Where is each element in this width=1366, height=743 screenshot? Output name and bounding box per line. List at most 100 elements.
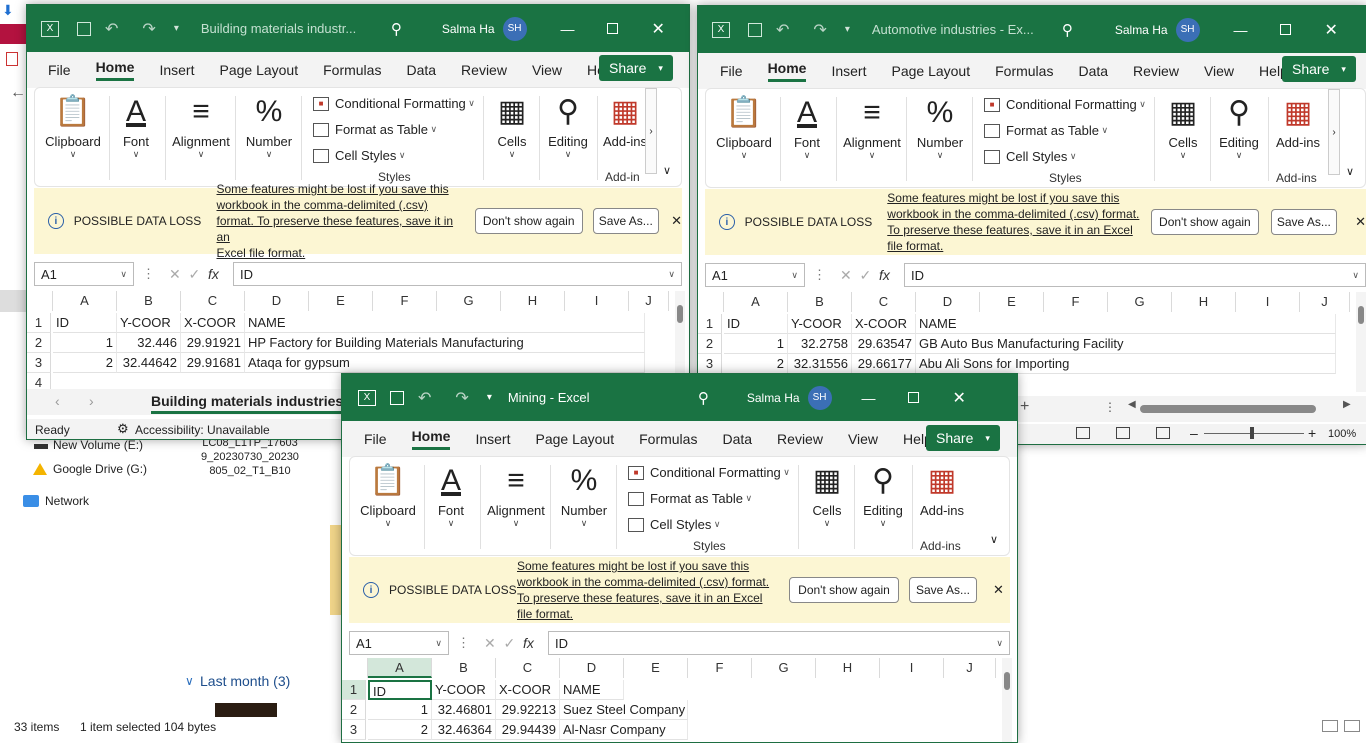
table-cell[interactable]: 1: [53, 333, 117, 353]
column-header[interactable]: G: [437, 291, 501, 311]
save-icon[interactable]: [390, 390, 404, 405]
tab-page-layout[interactable]: Page Layout: [891, 63, 970, 79]
insert-function-icon[interactable]: fx: [208, 266, 219, 282]
name-box[interactable]: A1 ∨: [705, 263, 805, 287]
save-as-button[interactable]: Save As...: [1270, 209, 1338, 235]
column-header[interactable]: F: [688, 658, 752, 678]
formula-input[interactable]: ID ∨: [548, 631, 1010, 655]
zoom-slider[interactable]: [1204, 427, 1304, 439]
table-cell[interactable]: NAME: [245, 313, 645, 333]
redo-icon[interactable]: ↷: [813, 20, 826, 40]
close-icon[interactable]: ✕: [953, 388, 966, 408]
table-cell[interactable]: 29.91921: [181, 333, 245, 353]
addins-group[interactable]: ▦ Add-ins: [916, 461, 968, 518]
more-icon[interactable]: ⋮: [142, 266, 155, 282]
column-header[interactable]: E: [309, 291, 373, 311]
last-month-group[interactable]: Last month (3): [200, 673, 290, 689]
row-header[interactable]: 3: [27, 353, 51, 373]
column-header[interactable]: F: [373, 291, 437, 311]
tab-review[interactable]: Review: [777, 431, 823, 447]
file-name-label[interactable]: LC08_L1TP_176039_20230730_20230805_02_T1…: [200, 436, 300, 478]
table-cell[interactable]: 29.63547: [852, 334, 916, 354]
table-cell[interactable]: 29.92213: [496, 700, 560, 720]
formula-input[interactable]: ID ∨: [233, 262, 682, 286]
table-cell[interactable]: 29.91681: [181, 353, 245, 373]
customize-qat-icon[interactable]: ▾: [174, 23, 179, 34]
table-cell[interactable]: 29.94439: [496, 720, 560, 740]
ribbon-collapse-icon[interactable]: ∨: [663, 164, 671, 177]
column-header[interactable]: H: [501, 291, 565, 311]
table-cell[interactable]: 1: [724, 334, 788, 354]
close-icon[interactable]: ✕: [671, 213, 682, 229]
page-layout-view-icon[interactable]: [1116, 427, 1130, 439]
row-header[interactable]: 2: [698, 334, 722, 354]
column-header[interactable]: J: [1300, 292, 1350, 312]
column-header[interactable]: E: [624, 658, 688, 678]
share-button[interactable]: Share ▾: [926, 425, 1000, 451]
addins-group[interactable]: ▦ Add-ins: [1272, 93, 1324, 150]
tab-data[interactable]: Data: [722, 431, 752, 447]
more-icon[interactable]: ⋮: [457, 635, 470, 651]
nav-item-google-drive[interactable]: Google Drive (G:): [53, 462, 147, 476]
dont-show-again-button[interactable]: Don't show again: [1151, 209, 1259, 235]
normal-view-icon[interactable]: [1076, 427, 1090, 439]
table-cell[interactable]: NAME: [916, 314, 1336, 334]
column-header[interactable]: B: [788, 292, 852, 312]
nav-item-new-volume[interactable]: New Volume (E:): [53, 438, 143, 452]
tab-formulas[interactable]: Formulas: [639, 431, 697, 447]
table-cell[interactable]: Y-COOR: [117, 313, 181, 333]
row-header[interactable]: 1: [342, 680, 366, 700]
addins-group[interactable]: ▦ Add-ins: [601, 92, 649, 149]
column-header[interactable]: J: [629, 291, 669, 311]
table-cell[interactable]: GB Auto Bus Manufacturing Facility: [916, 334, 1336, 354]
row-header[interactable]: 3: [698, 354, 722, 374]
column-header[interactable]: A: [724, 292, 788, 312]
tab-home[interactable]: Home: [767, 60, 807, 82]
table-cell[interactable]: 32.446: [117, 333, 181, 353]
tab-insert[interactable]: Insert: [831, 63, 866, 79]
enter-icon[interactable]: ✓: [504, 635, 516, 652]
format-as-table-button[interactable]: Format as Table ∨: [628, 491, 752, 506]
cancel-icon[interactable]: ✕: [484, 635, 496, 652]
close-icon[interactable]: ✕: [652, 19, 665, 39]
tab-data[interactable]: Data: [1078, 63, 1108, 79]
column-header[interactable]: H: [816, 658, 880, 678]
vertical-scrollbar[interactable]: [1002, 658, 1012, 742]
sheet-tab[interactable]: Building materials industries: [151, 393, 344, 414]
undo-icon[interactable]: ↶: [105, 19, 118, 39]
tab-view[interactable]: View: [532, 62, 562, 78]
font-group[interactable]: A Font ∨: [115, 92, 157, 160]
minimize-icon[interactable]: —: [561, 21, 575, 37]
maximize-icon[interactable]: [606, 23, 618, 34]
table-cell[interactable]: Suez Steel Company: [560, 700, 688, 720]
tab-page-layout[interactable]: Page Layout: [535, 431, 614, 447]
cell-styles-button[interactable]: Cell Styles ∨: [628, 517, 721, 532]
save-icon[interactable]: [77, 21, 91, 36]
tab-review[interactable]: Review: [1133, 63, 1179, 79]
table-cell[interactable]: 2: [53, 353, 117, 373]
table-cell[interactable]: Y-COOR: [788, 314, 852, 334]
column-header[interactable]: C: [852, 292, 916, 312]
warning-message[interactable]: Some features might be lost if you save …: [217, 181, 469, 261]
image-thumbnail[interactable]: [215, 703, 277, 717]
row-header[interactable]: 1: [27, 313, 51, 333]
cells-group[interactable]: ▦ Cells ∨: [1160, 93, 1206, 161]
select-all-corner[interactable]: [342, 658, 368, 678]
undo-icon[interactable]: ↶: [776, 20, 789, 40]
share-button[interactable]: Share ▾: [1282, 56, 1356, 82]
minimize-icon[interactable]: —: [1234, 22, 1248, 38]
table-cell[interactable]: 2: [724, 354, 788, 374]
redo-icon[interactable]: ↷: [455, 388, 468, 408]
column-header[interactable]: I: [565, 291, 629, 311]
table-cell[interactable]: NAME: [560, 680, 624, 700]
page-break-view-icon[interactable]: [1156, 427, 1170, 439]
zoom-in-icon[interactable]: +: [1308, 425, 1316, 441]
search-icon[interactable]: ⚲: [698, 389, 709, 407]
column-header[interactable]: I: [1236, 292, 1300, 312]
table-cell[interactable]: 32.46364: [432, 720, 496, 740]
column-header[interactable]: G: [1108, 292, 1172, 312]
close-icon[interactable]: ✕: [1325, 20, 1338, 40]
column-header[interactable]: D: [916, 292, 980, 312]
warning-message[interactable]: Some features might be lost if you save …: [887, 190, 1145, 254]
vertical-scrollbar[interactable]: [1356, 292, 1366, 392]
